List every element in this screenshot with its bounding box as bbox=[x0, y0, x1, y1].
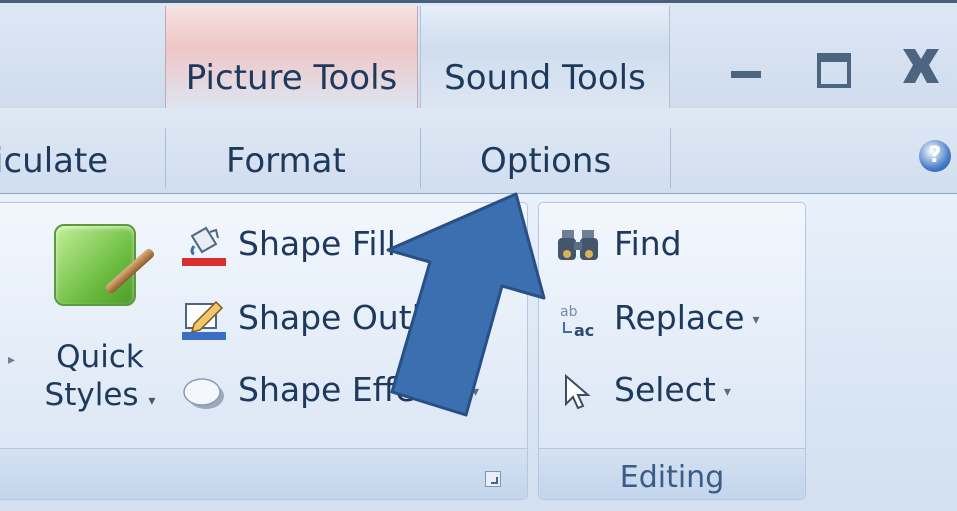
tab-format[interactable]: Format bbox=[226, 141, 346, 181]
window-controls bbox=[697, 43, 957, 93]
editing-group-label: Editing bbox=[619, 460, 725, 495]
ribbon-tabs: iculate Format Options ? bbox=[0, 108, 957, 194]
tab-format-label: Format bbox=[226, 141, 346, 181]
help-button[interactable]: ? bbox=[919, 140, 951, 172]
help-icon: ? bbox=[928, 143, 942, 168]
shape-effects-icon bbox=[183, 378, 224, 409]
paint-bucket-icon bbox=[182, 226, 226, 266]
picture-tools-label: Picture Tools bbox=[185, 58, 398, 98]
scroll-left-icon: ▸ bbox=[8, 352, 16, 368]
shape-fill-label: Shape Fill bbox=[238, 224, 396, 263]
quick-styles-line1: Quick bbox=[56, 339, 144, 375]
tab-options[interactable]: Options bbox=[480, 141, 611, 181]
quick-styles-label: Quick Styles ▾ bbox=[30, 338, 170, 420]
dropdown-arrow-icon: ▾ bbox=[148, 393, 156, 409]
tab-separator bbox=[670, 128, 671, 188]
ribbon-body: ▸ Quick Styles ▾ Shape Fill Shape Outli bbox=[0, 194, 957, 511]
minimize-button[interactable] bbox=[717, 43, 773, 91]
context-tab-sound-tools[interactable]: Sound Tools bbox=[420, 6, 670, 115]
replace-text: Replace bbox=[614, 298, 745, 337]
editing-group-footer: Editing bbox=[539, 448, 805, 499]
close-icon bbox=[903, 49, 939, 83]
tab-articulate-label: iculate bbox=[0, 141, 109, 181]
replace-label: Replace ▾ bbox=[614, 298, 760, 337]
tab-separator bbox=[165, 128, 166, 188]
context-tab-picture-tools[interactable]: Picture Tools bbox=[165, 6, 418, 115]
binoculars-icon bbox=[558, 230, 598, 260]
tab-separator bbox=[420, 128, 421, 188]
dropdown-arrow-icon: ▾ bbox=[723, 383, 731, 400]
quick-styles-button[interactable]: Quick Styles ▾ bbox=[30, 224, 170, 454]
shape-outline-label: Shape Outli bbox=[238, 298, 430, 337]
dialog-launcher-icon[interactable] bbox=[485, 471, 501, 487]
shape-effects-text: Shape Effects bbox=[238, 370, 464, 409]
shape-effects-label: Shape Effects ▾ bbox=[238, 370, 479, 409]
tab-options-label: Options bbox=[480, 141, 612, 181]
cursor-arrow-icon bbox=[565, 373, 591, 410]
find-label: Find bbox=[614, 224, 682, 263]
replace-icon: ab ac bbox=[560, 304, 594, 340]
dropdown-arrow-icon: ▾ bbox=[752, 311, 760, 328]
select-label: Select ▾ bbox=[614, 370, 731, 409]
dropdown-arrow-icon: ▾ bbox=[472, 383, 480, 400]
sound-tools-label: Sound Tools bbox=[444, 58, 646, 98]
svg-text:ac: ac bbox=[574, 321, 594, 340]
quick-styles-line2: Styles bbox=[44, 377, 139, 413]
close-button[interactable] bbox=[893, 43, 949, 91]
maximize-button[interactable] bbox=[807, 43, 863, 91]
drawing-group-footer bbox=[0, 448, 527, 499]
title-bar: Picture Tools Sound Tools bbox=[0, 0, 957, 115]
tab-articulate[interactable]: iculate bbox=[0, 141, 108, 181]
select-text: Select bbox=[614, 370, 716, 409]
svg-text:ab: ab bbox=[560, 304, 578, 320]
quick-styles-icon bbox=[54, 224, 136, 306]
pencil-icon bbox=[182, 300, 226, 340]
